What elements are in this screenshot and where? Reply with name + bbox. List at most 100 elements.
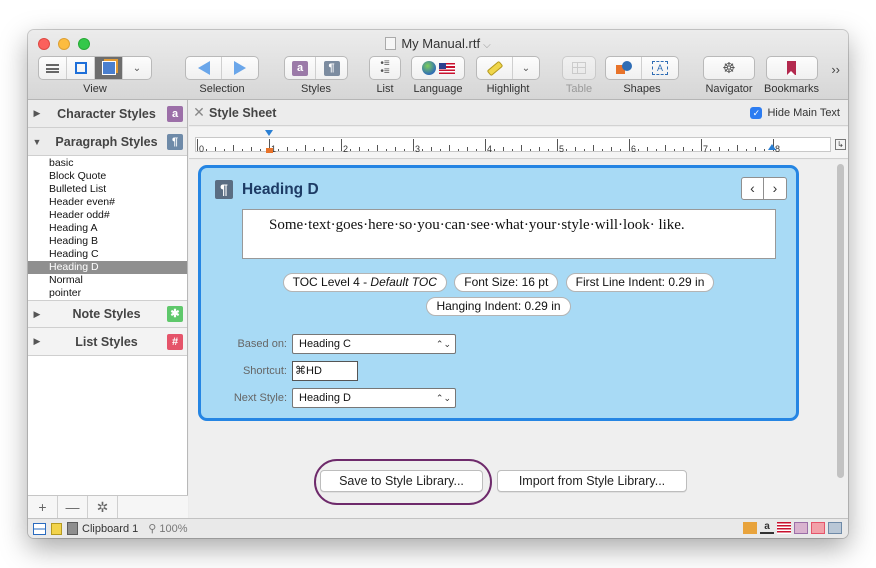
character-styles-button[interactable]: a	[285, 57, 316, 79]
toolbar-view-group: ⌄ View	[38, 56, 152, 95]
selection-forward-button[interactable]	[222, 57, 258, 79]
document-title[interactable]: My Manual.rtf ⌵	[28, 36, 848, 51]
style-list-item[interactable]: Header even#	[28, 196, 187, 209]
language-button[interactable]	[412, 57, 464, 79]
ruler-tick	[629, 139, 630, 151]
style-sheet-view-button[interactable]	[95, 57, 123, 79]
updown-icon: ⌃⌄	[435, 393, 451, 403]
toolbar-language-group: Language	[411, 56, 465, 95]
ruler-tick	[341, 139, 342, 151]
page-view-button[interactable]	[67, 57, 95, 79]
style-attributes: TOC Level 4 - Default TOC Font Size: 16 …	[201, 273, 796, 321]
page-layout-icon[interactable]	[33, 522, 46, 535]
ruler-corner-icon[interactable]: ↳	[835, 139, 846, 150]
ruler-tick	[260, 149, 261, 151]
ruler-icon[interactable]	[743, 522, 757, 534]
style-list-item[interactable]: Header odd#	[28, 209, 187, 222]
note-style-icon: ✱	[167, 306, 183, 322]
style-list-item[interactable]: Bulleted List	[28, 183, 187, 196]
arrow-left-icon	[197, 61, 210, 75]
zoom-control[interactable]: ⚲ 100%	[148, 522, 187, 535]
toolbar-label: Bookmarks	[764, 83, 820, 95]
style-list-item[interactable]: Normal	[28, 274, 187, 287]
gear-icon[interactable]: ✲	[88, 496, 118, 518]
style-list-item[interactable]: Heading A	[28, 222, 187, 235]
sidebar-footer: + — ✲	[28, 495, 188, 518]
list-style-indicator-icon[interactable]	[811, 522, 825, 534]
style-list-item-selected[interactable]: Heading D	[28, 261, 187, 274]
ruler-tick	[728, 149, 729, 151]
style-list-item[interactable]: Heading B	[28, 235, 187, 248]
note-styles-header[interactable]: ▶ Note Styles ✱	[28, 300, 187, 328]
highlight-menu-button[interactable]: ⌄	[513, 57, 539, 79]
shortcut-field[interactable]: ⌘HD	[292, 361, 358, 381]
text-box-button[interactable]: A	[642, 57, 678, 79]
style-list-item[interactable]: basic	[28, 157, 187, 170]
view-menu-button[interactable]: ⌄	[123, 57, 151, 79]
hanging-indent-chip[interactable]: Hanging Indent: 0.29 in	[426, 297, 571, 316]
chevron-down-icon: ⌄	[521, 62, 531, 74]
text-box-icon: A	[652, 61, 668, 75]
note-icon[interactable]	[51, 522, 62, 535]
paragraph-style-indicator-icon[interactable]	[828, 522, 842, 534]
clipboard-label[interactable]: Clipboard 1	[82, 523, 138, 535]
list-styles-header[interactable]: ▶ List Styles #	[28, 328, 187, 356]
close-icon[interactable]: ✕	[189, 104, 209, 121]
ruler-tick	[287, 147, 288, 151]
disclosure-right-icon[interactable]: ▶	[28, 309, 46, 320]
style-list-item[interactable]: pointer	[28, 287, 187, 300]
right-indent-marker[interactable]	[768, 144, 776, 150]
navigator-button[interactable]: ☸	[704, 57, 754, 79]
remove-style-button[interactable]: —	[58, 496, 88, 518]
list-lines-icon	[46, 63, 59, 73]
left-indent-marker[interactable]	[266, 148, 273, 153]
toolbar-label: List	[376, 83, 394, 95]
character-style-indicator-icon[interactable]	[794, 522, 808, 534]
paragraph-styles-button[interactable]: ¶	[316, 57, 347, 79]
based-on-select[interactable]: Heading C ⌃⌄	[292, 334, 456, 354]
font-size-chip[interactable]: Font Size: 16 pt	[454, 273, 559, 292]
ruler-tick	[692, 149, 693, 151]
disclosure-right-icon[interactable]: ▶	[28, 108, 46, 119]
ruler-tick	[746, 149, 747, 151]
sidebar-toggle-button[interactable]	[39, 57, 67, 79]
paragraph-styles-header[interactable]: ▼ Paragraph Styles ¶	[28, 128, 187, 156]
scroll-thumb[interactable]	[837, 164, 844, 478]
next-style-select[interactable]: Heading D ⌃⌄	[292, 388, 456, 408]
character-styles-header[interactable]: ▶ Character Styles a	[28, 100, 187, 128]
toc-level-chip[interactable]: TOC Level 4 - Default TOC	[282, 273, 447, 292]
ruler-tick	[737, 145, 738, 151]
globe-icon	[421, 61, 436, 75]
character-style-icon[interactable]: a	[760, 522, 774, 534]
ruler-tick	[566, 149, 567, 151]
vertical-scrollbar[interactable]	[834, 160, 846, 518]
previous-style-button[interactable]: ‹	[742, 178, 764, 199]
us-flag-icon[interactable]	[777, 522, 791, 534]
next-style-button[interactable]: ›	[764, 178, 786, 199]
selection-back-button[interactable]	[186, 57, 222, 79]
style-list-item[interactable]: Block Quote	[28, 170, 187, 183]
chevron-down-icon: ⌵	[483, 40, 491, 51]
magnifier-icon: ⚲	[148, 523, 157, 535]
bookmarks-button[interactable]	[767, 57, 817, 79]
import-from-style-library-button[interactable]: Import from Style Library...	[497, 470, 687, 492]
style-list-item[interactable]: Heading C	[28, 248, 187, 261]
clipboard-icon[interactable]	[67, 522, 78, 535]
ruler[interactable]: 012345678 ↳	[189, 127, 848, 159]
add-style-button[interactable]: +	[28, 496, 58, 518]
style-name[interactable]: Heading D	[242, 181, 319, 199]
disclosure-down-icon[interactable]: ▼	[28, 137, 46, 147]
list-button[interactable]: •≡ •≡	[370, 57, 400, 79]
ruler-tick	[476, 149, 477, 151]
table-button[interactable]	[563, 57, 595, 79]
first-line-indent-chip[interactable]: First Line Indent: 0.29 in	[565, 273, 715, 292]
hide-main-text-toggle[interactable]: ✓ Hide Main Text	[750, 106, 840, 119]
ruler-tick	[242, 149, 243, 151]
shapes-button[interactable]	[606, 57, 642, 79]
toolbar-overflow-button[interactable]: ››	[831, 62, 840, 77]
toolbar-navigator-group: ☸ Navigator	[703, 56, 755, 95]
first-line-indent-marker[interactable]	[265, 130, 273, 136]
checkmark-icon[interactable]: ✓	[750, 106, 763, 119]
disclosure-right-icon[interactable]: ▶	[28, 336, 46, 347]
highlight-button[interactable]	[477, 57, 513, 79]
